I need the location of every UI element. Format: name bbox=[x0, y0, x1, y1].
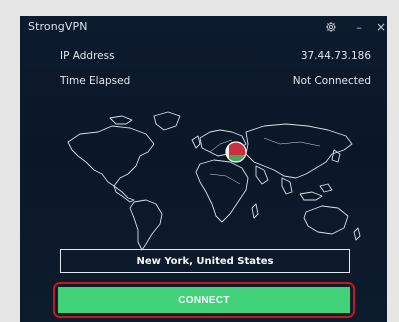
ip-address-label: IP Address bbox=[60, 50, 115, 62]
world-map bbox=[67, 111, 361, 251]
connect-button[interactable]: CONNECT bbox=[58, 287, 350, 313]
location-selector[interactable]: New York, United States bbox=[60, 249, 350, 273]
ip-address-row: IP Address 37.44.73.186 bbox=[20, 50, 387, 66]
app-title: StrongVPN bbox=[28, 20, 88, 33]
time-elapsed-value: Not Connected bbox=[292, 75, 371, 87]
belarus-flag-marker bbox=[225, 141, 247, 163]
ip-address-value: 37.44.73.186 bbox=[300, 50, 371, 62]
time-elapsed-row: Time Elapsed Not Connected bbox=[20, 75, 387, 91]
close-icon[interactable]: × bbox=[370, 16, 387, 38]
time-elapsed-label: Time Elapsed bbox=[60, 75, 131, 87]
title-bar[interactable]: StrongVPN – × bbox=[20, 16, 387, 38]
vpn-window: StrongVPN – × IP Address 37.44.73.186 Ti… bbox=[20, 16, 387, 322]
minimize-icon[interactable]: – bbox=[348, 16, 370, 38]
gear-icon[interactable] bbox=[320, 16, 342, 38]
location-label: New York, United States bbox=[136, 255, 274, 267]
